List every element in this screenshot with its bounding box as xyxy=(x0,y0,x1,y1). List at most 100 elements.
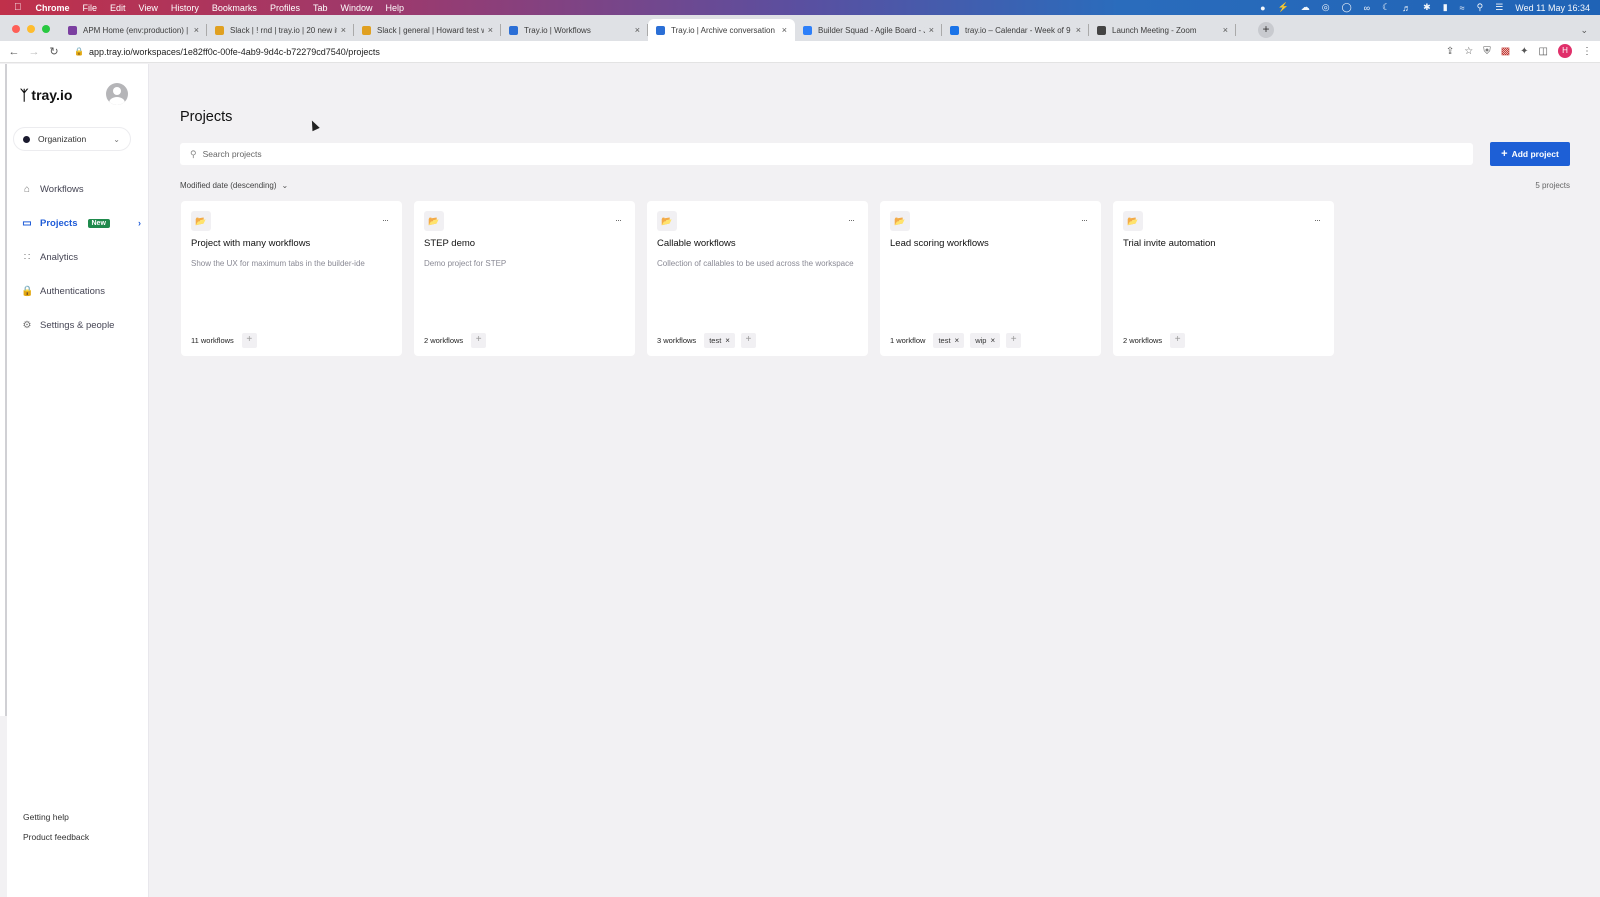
browser-tab[interactable]: tray.io – Calendar - Week of 9 × xyxy=(942,19,1089,41)
side-panel-icon[interactable]: ◫ xyxy=(1539,46,1548,57)
menu-chrome[interactable]: Chrome xyxy=(36,3,70,13)
project-tag[interactable]: test × xyxy=(704,333,735,348)
browser-tab[interactable]: APM Home (env:production) | D × xyxy=(60,19,207,41)
getting-help-link[interactable]: Getting help xyxy=(23,812,89,832)
browser-tab[interactable]: Slack | ! rnd | tray.io | 20 new it × xyxy=(207,19,354,41)
browser-tab[interactable]: Tray.io | Archive conversation × xyxy=(648,19,795,41)
glasses-icon[interactable]: ∞ xyxy=(1364,3,1370,13)
control-center-icon[interactable]: ☰ xyxy=(1495,2,1503,13)
browser-tab[interactable]: Slack | general | Howard test w × xyxy=(354,19,501,41)
extensions-puzzle-icon[interactable]: ✦ xyxy=(1520,46,1528,57)
close-tab-icon[interactable]: × xyxy=(1076,25,1081,35)
product-feedback-link[interactable]: Product feedback xyxy=(23,832,89,852)
menu-profiles[interactable]: Profiles xyxy=(270,3,300,13)
close-window-button[interactable] xyxy=(12,25,20,33)
project-title[interactable]: Callable workflows xyxy=(657,238,736,249)
sidebar-item-settings[interactable]: ⚙ Settings & people xyxy=(21,308,141,342)
search-input[interactable] xyxy=(202,149,1403,159)
remove-tag-icon[interactable]: × xyxy=(725,336,730,345)
project-title[interactable]: STEP demo xyxy=(424,238,475,249)
close-tab-icon[interactable]: × xyxy=(341,25,346,35)
wifi-icon[interactable]: ≈ xyxy=(1460,3,1465,13)
forward-button[interactable]: → xyxy=(24,46,44,58)
browser-tab[interactable]: Tray.io | Workflows × xyxy=(501,19,648,41)
menu-help[interactable]: Help xyxy=(385,3,404,13)
cloud-icon[interactable]: ☁ xyxy=(1301,2,1310,13)
elephant-icon[interactable]: ● xyxy=(1260,3,1265,13)
spotlight-icon[interactable]: ⚲ xyxy=(1477,2,1484,13)
more-options-icon[interactable]: ··· xyxy=(848,215,855,225)
search-projects[interactable]: ⚲ xyxy=(180,143,1473,165)
menu-tab[interactable]: Tab xyxy=(313,3,328,13)
close-tab-icon[interactable]: × xyxy=(194,25,199,35)
remove-tag-icon[interactable]: × xyxy=(990,336,995,345)
menu-window[interactable]: Window xyxy=(340,3,372,13)
minimize-window-button[interactable] xyxy=(27,25,35,33)
back-button[interactable]: ← xyxy=(4,46,24,58)
tray-logo[interactable]: ᛉ tray.io xyxy=(20,87,72,103)
moon-icon[interactable]: ☾ xyxy=(1382,2,1390,13)
project-card[interactable]: 📂 ··· STEP demo Demo project for STEP 2 work… xyxy=(414,201,635,356)
sort-dropdown[interactable]: Modified date (descending) ⌄ xyxy=(180,181,288,190)
bolt-icon[interactable]: ⚡ xyxy=(1278,2,1289,13)
project-card[interactable]: 📂 ··· Project with many workflows Show the … xyxy=(181,201,402,356)
sidebar-item-analytics[interactable]: ∷ Analytics xyxy=(21,240,141,274)
add-tag-button[interactable]: + xyxy=(1170,333,1186,348)
add-tag-button[interactable]: + xyxy=(740,333,756,348)
menu-edit[interactable]: Edit xyxy=(110,3,126,13)
project-card[interactable]: 📂 ··· Lead scoring workflows 1 workflow test… xyxy=(880,201,1101,356)
more-options-icon[interactable]: ··· xyxy=(382,215,389,225)
project-title[interactable]: Trial invite automation xyxy=(1123,238,1216,249)
browser-tab[interactable]: Builder Squad - Agile Board - J × xyxy=(795,19,942,41)
menu-history[interactable]: History xyxy=(171,3,199,13)
close-tab-icon[interactable]: × xyxy=(782,25,787,35)
clock-datetime[interactable]: Wed 11 May 16:34 xyxy=(1515,3,1590,13)
project-tag[interactable]: wip × xyxy=(970,333,1001,348)
profile-avatar[interactable]: H xyxy=(1558,44,1572,58)
sidebar-item-authentications[interactable]: 🔒 Authentications xyxy=(21,274,141,308)
close-tab-icon[interactable]: × xyxy=(929,25,934,35)
reload-button[interactable]: ↻ xyxy=(44,45,64,58)
browser-tab[interactable]: Launch Meeting - Zoom × xyxy=(1089,19,1236,41)
new-tab-button[interactable]: + xyxy=(1258,22,1274,38)
menu-file[interactable]: File xyxy=(83,3,98,13)
project-tag[interactable]: test × xyxy=(933,333,965,348)
organization-selector[interactable]: Organization ⌄ xyxy=(13,127,131,151)
project-footer: 3 workflows test × + xyxy=(657,333,756,348)
battery-icon[interactable]: ▮ xyxy=(1443,2,1448,13)
sidebar-item-workflows[interactable]: ⌂ Workflows xyxy=(21,172,141,206)
user-avatar[interactable] xyxy=(106,83,128,105)
sync-icon[interactable]: ◎ xyxy=(1322,2,1330,13)
maximize-window-button[interactable] xyxy=(42,25,50,33)
project-title[interactable]: Lead scoring workflows xyxy=(890,238,989,249)
remove-tag-icon[interactable]: × xyxy=(955,336,960,345)
bluetooth-icon[interactable]: ✱ xyxy=(1423,2,1431,13)
apple-icon[interactable]:  xyxy=(14,2,22,13)
share-icon[interactable]: ⇪ xyxy=(1446,46,1454,57)
browser-menu-icon[interactable]: ⋮ xyxy=(1582,46,1592,57)
shield-extension-icon[interactable]: ⛨ xyxy=(1483,46,1491,57)
project-card[interactable]: 📂 ··· Trial invite automation 2 workflows + xyxy=(1113,201,1334,356)
clock-icon[interactable]: ◯ xyxy=(1342,2,1352,13)
close-tab-icon[interactable]: × xyxy=(635,25,640,35)
add-tag-button[interactable]: + xyxy=(1006,333,1022,348)
project-card[interactable]: 📂 ··· Callable workflows Collection of call… xyxy=(647,201,868,356)
tab-search-icon[interactable]: ⌄ xyxy=(1580,25,1588,36)
bookmark-star-icon[interactable]: ☆ xyxy=(1464,46,1473,57)
url-text[interactable]: app.tray.io/workspaces/1e82ff0c-00fe-4ab… xyxy=(89,47,380,57)
close-tab-icon[interactable]: × xyxy=(488,25,493,35)
project-title[interactable]: Project with many workflows xyxy=(191,238,310,249)
add-tag-button[interactable]: + xyxy=(241,333,257,348)
menu-bookmarks[interactable]: Bookmarks xyxy=(212,3,257,13)
more-options-icon[interactable]: ··· xyxy=(615,215,622,225)
add-tag-button[interactable]: + xyxy=(471,333,487,348)
menu-view[interactable]: View xyxy=(139,3,158,13)
address-bar[interactable]: 🔒 app.tray.io/workspaces/1e82ff0c-00fe-4… xyxy=(70,43,1400,60)
more-options-icon[interactable]: ··· xyxy=(1314,215,1321,225)
more-options-icon[interactable]: ··· xyxy=(1081,215,1088,225)
sidebar-item-projects[interactable]: ▭ Projects New › xyxy=(21,206,141,240)
close-tab-icon[interactable]: × xyxy=(1223,25,1228,35)
calendar-extension-icon[interactable]: ▩ xyxy=(1501,46,1510,57)
add-project-button[interactable]: + Add project xyxy=(1490,142,1570,166)
volume-icon[interactable]: ♬ xyxy=(1402,3,1411,13)
